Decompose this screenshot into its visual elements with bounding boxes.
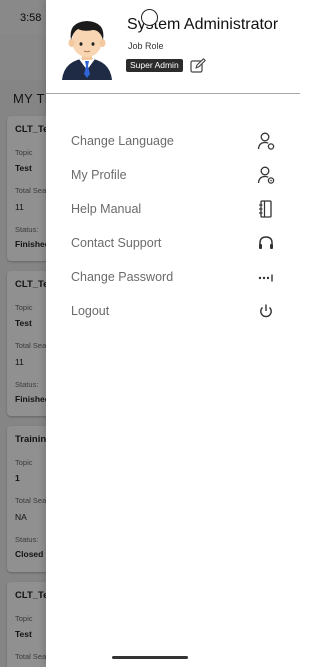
user-profile-icon <box>257 166 275 184</box>
manual-book-icon <box>259 200 272 218</box>
menu-item-label: Change Language <box>71 134 174 148</box>
menu-item-label: Contact Support <box>71 236 162 250</box>
power-icon <box>260 304 272 318</box>
menu-item-label: My Profile <box>71 168 127 182</box>
role-badge: Super Admin <box>126 59 183 72</box>
menu-item-help-manual[interactable]: Help Manual <box>46 194 300 224</box>
home-indicator[interactable] <box>112 656 188 659</box>
user-role: Job Role <box>128 41 164 51</box>
menu-item-contact-support[interactable]: Contact Support <box>46 228 300 258</box>
menu-item-my-profile[interactable]: My Profile <box>46 160 300 190</box>
avatar <box>62 21 112 80</box>
menu-item-label: Logout <box>71 304 110 318</box>
menu-item-label: Change Password <box>71 270 174 284</box>
navigation-drawer: System Administrator Job Role Super Admi… <box>46 0 300 667</box>
headphones-icon <box>259 236 273 249</box>
password-dots-icon <box>258 274 273 282</box>
menu-item-label: Help Manual <box>71 202 142 216</box>
menu-item-change-password[interactable]: Change Password <box>46 262 300 292</box>
edit-icon[interactable] <box>190 58 206 73</box>
menu-item-change-language[interactable]: Change Language <box>46 126 300 156</box>
camera-cutout <box>141 9 158 26</box>
menu-item-logout[interactable]: Logout <box>46 296 300 326</box>
screen: 3:58 MY TR CLT_Te Topic Test Total Sea 1… <box>0 0 300 667</box>
user-settings-icon <box>257 132 275 150</box>
drawer-header: System Administrator Job Role Super Admi… <box>46 0 300 94</box>
